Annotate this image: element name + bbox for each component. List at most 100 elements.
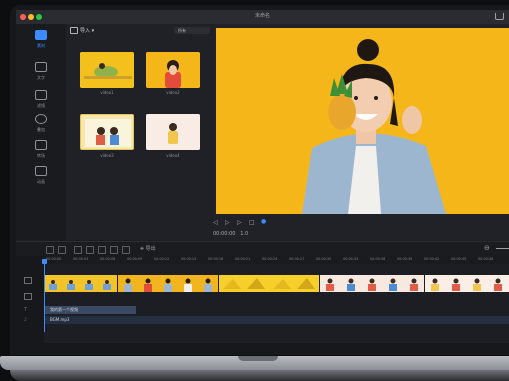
sidebar-item-text[interactable]: 文字	[16, 62, 66, 81]
ruler-tick: 00:00:00	[46, 257, 62, 261]
crop-icon[interactable]	[110, 246, 118, 254]
redo-icon[interactable]	[58, 246, 66, 254]
ruler-tick: 00:00:06	[100, 257, 116, 261]
video-clip-2[interactable]	[118, 275, 219, 292]
sidebar-item-animation[interactable]: 动画	[16, 166, 66, 185]
media-filter-value: 所有	[178, 28, 186, 33]
transition-icon	[35, 140, 47, 150]
sidebar-item-media[interactable]: 素材	[16, 30, 66, 49]
sidebar-item-label: 滤镜	[37, 103, 45, 108]
media-thumbnail-label: video4	[166, 153, 180, 158]
text-icon	[35, 62, 47, 72]
media-thumbnail-video4[interactable]	[146, 114, 200, 150]
zoom-icon[interactable]: ⊖	[484, 244, 490, 252]
video-clip-5[interactable]	[425, 275, 509, 292]
video-clip-1[interactable]	[44, 275, 118, 292]
sidebar-item-label: 素材	[37, 43, 45, 48]
delete-icon[interactable]	[98, 246, 106, 254]
ruler-tick: 00:00:42	[424, 257, 440, 261]
timeline-ruler[interactable]: 00:00:00 00:00:03 00:00:06 00:00:09 00:0…	[44, 256, 509, 264]
playback-controls: ◁ ▷ ▷ □ ● 00:00:00 1.0	[213, 218, 509, 240]
ruler-tick: 00:00:27	[289, 257, 305, 261]
ruler-tick: 00:00:24	[262, 257, 278, 261]
media-thumbnail-label: video3	[100, 153, 114, 158]
sidebar-item-filter[interactable]: 滤镜	[16, 90, 66, 109]
next-frame-icon[interactable]: ▷	[237, 219, 242, 226]
media-filter-select[interactable]: 所有	[174, 27, 210, 34]
stop-icon[interactable]: □	[249, 219, 255, 226]
clip-frames-portrait	[118, 275, 218, 292]
clip-frames-child	[425, 275, 509, 292]
pen-icon[interactable]	[74, 246, 82, 254]
preview-frame-photo	[216, 28, 509, 214]
ruler-tick: 00:00:21	[235, 257, 251, 261]
animation-icon	[35, 166, 47, 176]
export-button[interactable]: ⎈ 导出	[140, 245, 156, 252]
laptop-base	[10, 370, 509, 381]
zoom-slider[interactable]	[496, 248, 509, 249]
media-panel: 导入 ▾ 所有 video1 video2 video3 video4	[66, 24, 212, 240]
playhead-handle[interactable]	[42, 259, 47, 264]
import-button[interactable]: 导入 ▾	[80, 27, 94, 34]
filter-icon	[35, 90, 47, 100]
ruler-tick: 00:00:36	[370, 257, 386, 261]
media-icon	[35, 30, 47, 40]
video-track-icon	[24, 277, 32, 284]
ruler-tick: 00:00:30	[316, 257, 332, 261]
sidebar-item-overlay[interactable]: 叠加	[16, 114, 66, 133]
title-bar: 未命名	[16, 10, 509, 24]
track-headers: T ♪	[16, 256, 44, 343]
text-clip-label: 我的第一个视频	[50, 307, 78, 312]
preview-panel: ◁ ▷ ▷ □ ● 00:00:00 1.0	[213, 24, 509, 240]
media-thumbnail-video1[interactable]	[80, 52, 134, 88]
ruler-tick: 00:00:48	[478, 257, 494, 261]
music-track-icon: ♪	[24, 317, 28, 323]
video-track	[44, 275, 509, 292]
sidebar-item-label: 文字	[37, 75, 45, 80]
kids-photo	[81, 115, 133, 149]
app-window: 未命名 素材 文字 滤镜 叠加 转场 动画 导入 ▾ 所有 video1 vid…	[16, 10, 509, 343]
portrait-photo	[146, 52, 200, 88]
media-thumbnail-video3[interactable]	[80, 114, 134, 150]
ruler-tick: 00:00:09	[127, 257, 143, 261]
audio-clip-label: BGM.mp3	[50, 317, 70, 322]
window-title: 未命名	[254, 13, 270, 19]
sidebar-item-label: 叠加	[37, 127, 45, 132]
video-clip-3[interactable]	[219, 275, 320, 292]
overlay-track-icon	[24, 293, 32, 300]
preview-timecode: 00:00:00 1.0	[213, 231, 248, 237]
ruler-tick: 00:00:03	[73, 257, 89, 261]
cart-icon[interactable]	[495, 13, 504, 20]
import-label: 导入	[80, 28, 91, 34]
fullscreen-icon[interactable]: ●	[261, 218, 266, 225]
clip-frames-kids	[320, 275, 424, 292]
play-icon[interactable]: ▷	[225, 219, 230, 226]
timecode-label: 00:00:00	[213, 231, 236, 237]
undo-icon[interactable]	[46, 246, 54, 254]
child-photo	[146, 114, 200, 150]
speed-value[interactable]: 1.0	[240, 231, 248, 237]
overlay-icon	[35, 114, 47, 124]
timeline-toolbar: ⎈ 导出 ⊖	[16, 241, 509, 256]
previous-frame-icon[interactable]: ◁	[213, 219, 218, 226]
media-thumbnail-label: video2	[166, 90, 180, 95]
media-thumbnail-video2[interactable]	[146, 52, 200, 88]
video-clip-4[interactable]	[320, 275, 425, 292]
playhead[interactable]	[44, 262, 45, 332]
text-clip[interactable]: 我的第一个视频	[44, 306, 136, 314]
export-label: 导出	[145, 246, 156, 252]
text-track-icon: T	[24, 307, 28, 313]
folder-icon	[70, 27, 78, 34]
ruler-tick: 00:00:18	[208, 257, 224, 261]
ruler-tick: 00:00:33	[343, 257, 359, 261]
clip-frames-dancer	[44, 275, 117, 292]
eye-icon[interactable]	[122, 246, 130, 254]
media-thumbnail-label: video1	[100, 90, 114, 95]
sidebar-item-label: 转场	[37, 153, 45, 158]
sidebar-item-transition[interactable]: 转场	[16, 140, 66, 159]
audio-clip[interactable]: BGM.mp3	[44, 316, 509, 324]
split-icon[interactable]	[86, 246, 94, 254]
laptop-notch	[238, 356, 278, 361]
clip-frames-yellow	[219, 275, 319, 292]
video-preview[interactable]	[216, 28, 509, 214]
